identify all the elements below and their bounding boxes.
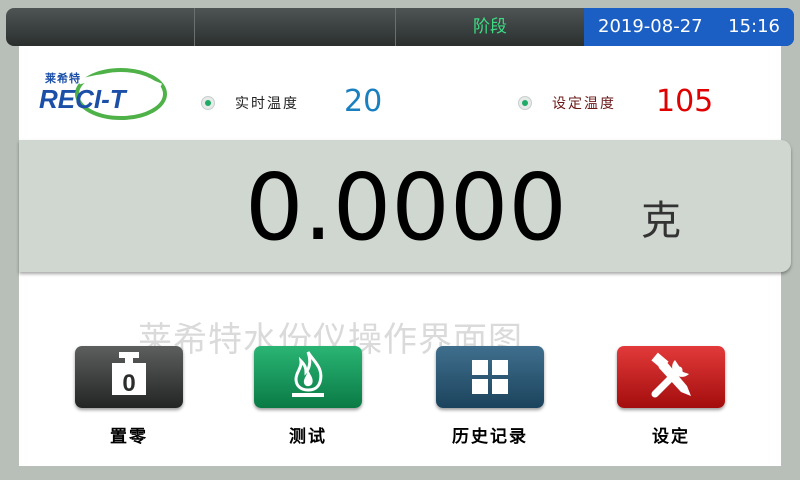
settings-button[interactable] xyxy=(617,346,725,408)
datetime-display: 2019-08-27 15:16 xyxy=(584,8,794,46)
status-segment-2 xyxy=(195,8,396,46)
date-text: 2019-08-27 xyxy=(598,16,703,37)
logo-en-text: RECI-T xyxy=(39,84,128,114)
logo-cn-text: 莱希特 xyxy=(45,72,81,85)
tare-weight-icon: 0 xyxy=(112,352,146,397)
time-text: 15:16 xyxy=(728,16,780,37)
history-button[interactable] xyxy=(436,346,544,408)
stage-label: 阶段 xyxy=(473,17,507,37)
weight-value: 0.0000 xyxy=(245,154,567,261)
realtime-temp-label: 实时温度 xyxy=(235,96,299,112)
status-segment-1 xyxy=(6,8,195,46)
weight-unit: 克 xyxy=(641,198,681,244)
realtime-temp-value: 20 xyxy=(344,84,383,119)
history-button-label: 历史记录 xyxy=(452,427,528,447)
test-button[interactable] xyxy=(254,346,362,408)
brand-logo: RECI-T 莱希特 xyxy=(39,64,169,124)
setpoint-temp-indicator xyxy=(518,96,532,110)
realtime-temp-indicator xyxy=(201,96,215,110)
setpoint-temp-value: 105 xyxy=(656,84,714,119)
tare-weight-digit: 0 xyxy=(122,370,135,397)
top-status-bar: 阶段 2019-08-27 15:16 xyxy=(6,8,794,46)
grid-icon xyxy=(472,360,508,394)
test-button-label: 测试 xyxy=(289,427,327,447)
setpoint-temp-label: 设定温度 xyxy=(552,96,616,112)
flame-icon xyxy=(292,351,324,397)
weight-display: 0.0000 克 xyxy=(19,140,791,272)
settings-button-label: 设定 xyxy=(652,427,690,447)
zero-button[interactable]: 0 xyxy=(75,346,183,408)
zero-button-label: 置零 xyxy=(110,427,148,447)
tools-icon xyxy=(651,352,691,398)
